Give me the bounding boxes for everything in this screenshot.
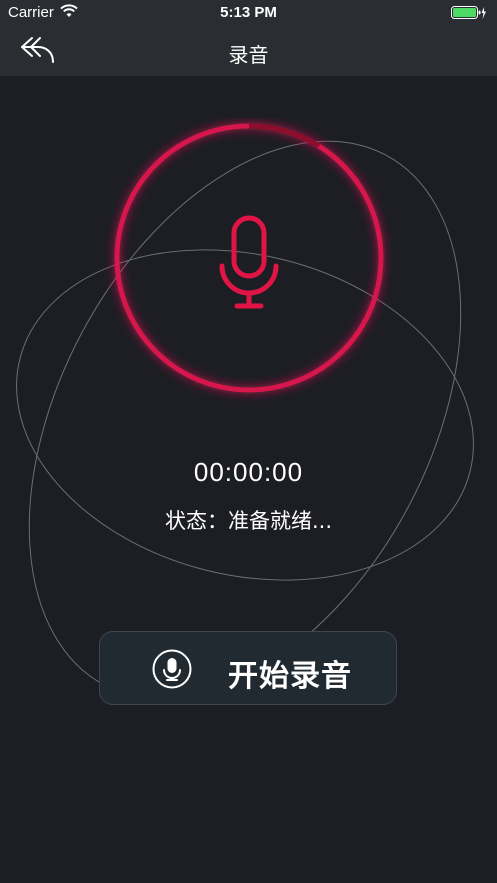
navigation-bar: 录音 — [0, 26, 497, 76]
microphone-icon — [219, 215, 279, 309]
record-progress-ring — [114, 123, 384, 393]
microphone-circle-icon — [152, 649, 192, 689]
status-bar: Carrier 5:13 PM — [0, 0, 497, 26]
recording-status: 状态：准备就绪... — [164, 509, 333, 533]
start-recording-label: 开始录音 — [228, 659, 352, 694]
battery-icon — [451, 6, 486, 19]
status-time: 5:13 PM — [220, 4, 277, 21]
recording-timer: 00:00:00 — [193, 457, 304, 487]
start-recording-button[interactable]: 开始录音 — [99, 631, 397, 705]
recording-screen: Carrier 5:13 PM 录音 00:00:00 状态：准备就绪... 开… — [0, 0, 497, 883]
page-title: 录音 — [228, 43, 269, 67]
